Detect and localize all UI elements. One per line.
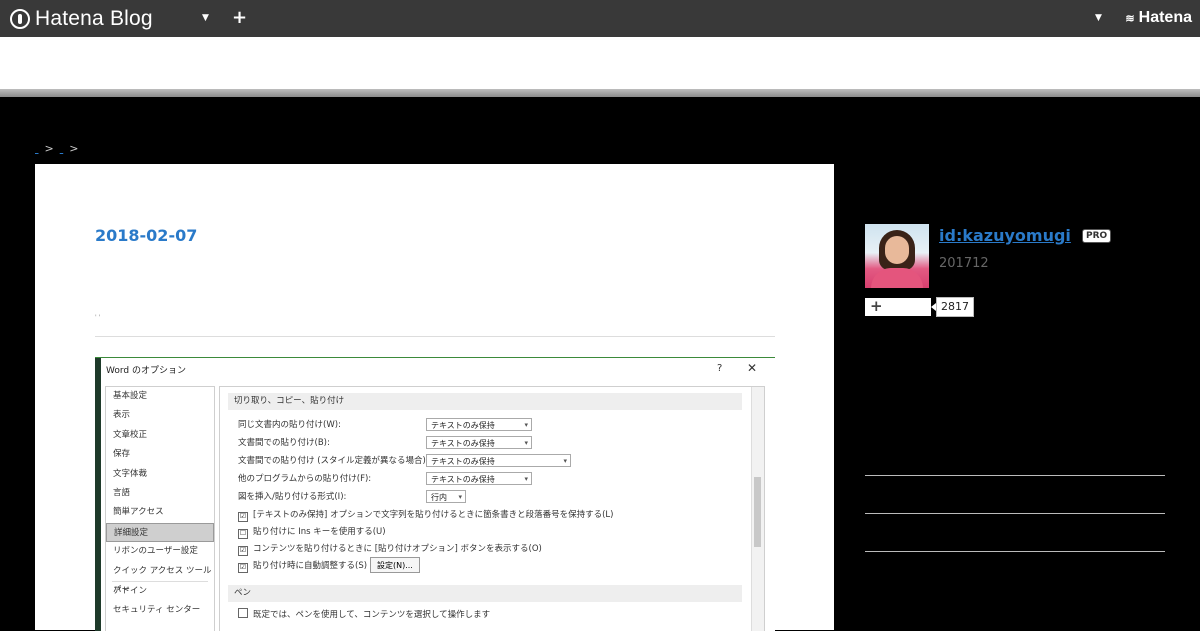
article-date[interactable]: 2018-02-07 — [95, 226, 197, 245]
blog-since: 201712 — [939, 256, 989, 271]
nav-item: アドイン — [113, 585, 148, 596]
avatar[interactable] — [865, 224, 929, 288]
paste-option-dropdown: テキストのみ保持 — [426, 436, 532, 450]
options-panel: 切り取り、コピー、貼り付け 同じ文書内の貼り付け(W): テキストのみ保持 文書… — [219, 386, 765, 631]
breadcrumb-link-1[interactable] — [35, 142, 39, 155]
avatar-body — [871, 268, 923, 288]
checkbox-row: ☑ コンテンツを貼り付けるときに [貼り付けオプション] ボタンを表示する(O) — [238, 542, 542, 556]
checkbox-label: コンテンツを貼り付けるときに [貼り付けオプション] ボタンを表示する(O) — [253, 544, 542, 554]
hatena-blog-logo[interactable]: Hatena Blog — [10, 6, 153, 32]
scroll-thumb — [754, 477, 761, 547]
options-nav: 基本設定 表示 文章校正 保存 文字体裁 言語 簡単アクセス 詳細設定 リボンの… — [105, 386, 215, 631]
nav-item: 表示 — [113, 410, 131, 421]
checkbox-row: ☑貼り付け時に自動調整する(S)i — [238, 559, 381, 573]
checkbox-row: ☐ 貼り付けに Ins キーを使用する(U) — [238, 525, 386, 539]
checkbox-label: 貼り付け時に自動調整する(S) — [253, 561, 368, 571]
option-label: 文書間での貼り付け (スタイル定義が異なる場合)(E): — [238, 456, 441, 466]
avatar-face — [885, 236, 909, 264]
checkbox-label: 既定では、ペンを使用して、コンテンツを選択して操作します — [253, 610, 491, 620]
paste-option-dropdown: テキストのみ保持 — [426, 472, 532, 486]
panel-scrollbar — [751, 387, 764, 631]
dialog-title: Word のオプション — [106, 366, 186, 376]
breadcrumb-separator: > — [44, 142, 54, 155]
nav-item-active: 詳細設定 — [106, 522, 214, 543]
sidebar-divider — [865, 513, 1165, 514]
breadcrumb-separator: > — [69, 142, 79, 155]
section-header-pen: ペン — [228, 585, 742, 602]
checkbox-row: ☑ [テキストのみ保持] オプションで文字列を貼り付けるときに箇条書きと段落番号を… — [238, 508, 613, 522]
settings-button: 設定(N)... — [370, 557, 420, 573]
sidebar-divider — [865, 551, 1165, 552]
hatena-brand-link[interactable]: ≋ Hatena — [1125, 9, 1192, 27]
follow-button[interactable]: + — [865, 298, 931, 316]
logo-text: Hatena Blog — [35, 7, 153, 30]
checkbox-icon: ☑ — [238, 512, 248, 522]
image-format-dropdown: 行内 — [426, 490, 466, 504]
help-icon: ? — [717, 363, 723, 374]
breadcrumb: > > — [35, 142, 79, 155]
nav-item: セキュリティ センター — [113, 605, 201, 616]
breadcrumb-link-2[interactable] — [60, 142, 64, 155]
option-label: 文書間での貼り付け(B): — [238, 438, 330, 448]
option-label: 他のプログラムからの貼り付け(F): — [238, 474, 372, 484]
checkbox-icon: ☐ — [238, 529, 248, 539]
nav-item: 文字体裁 — [113, 468, 148, 479]
new-post-plus-icon[interactable]: + — [232, 7, 247, 28]
hatena-wave-icon: ≋ — [1125, 12, 1135, 25]
close-icon: ✕ — [747, 361, 758, 375]
follower-count[interactable]: 2817 — [931, 297, 974, 317]
embedded-screenshot: Word のオプション ? ✕ 基本設定 表示 文章校正 保存 文字体裁 言語 … — [95, 357, 775, 631]
nav-item: 言語 — [113, 487, 131, 498]
sidebar-divider — [865, 475, 1165, 476]
checkbox-icon — [238, 608, 248, 618]
section-header-clipboard: 切り取り、コピー、貼り付け — [228, 393, 742, 410]
paste-option-dropdown: テキストのみ保持 — [426, 418, 532, 432]
pro-badge: PRO — [1082, 229, 1112, 243]
paste-option-dropdown: テキストのみ保持 — [426, 454, 571, 468]
blog-menu-caret-icon[interactable]: ▼ — [202, 13, 209, 23]
user-id-link[interactable]: id:kazuyomugi — [939, 226, 1071, 245]
option-label: 図を挿入/貼り付ける形式(I): — [238, 492, 347, 502]
article-content: 2018-02-07 ' ' Word のオプション ? ✕ 基本設定 表示 文… — [35, 164, 834, 631]
checkbox-label: 貼り付けに Ins キーを使用する(U) — [253, 527, 386, 537]
article-divider — [95, 336, 775, 337]
nav-item: リボンのユーザー設定 — [113, 546, 198, 557]
header-band — [0, 37, 1200, 89]
checkbox-icon: ☑ — [238, 546, 248, 556]
nav-item: 文章校正 — [113, 429, 148, 440]
checkbox-icon: ☑ — [238, 563, 248, 573]
option-label: 同じ文書内の貼り付け(W): — [238, 420, 341, 430]
checkbox-row: 既定では、ペンを使用して、コンテンツを選択して操作します — [238, 608, 490, 622]
hatena-brand-text: Hatena — [1138, 9, 1192, 26]
hatena-logo-icon — [10, 9, 30, 29]
account-menu-caret-icon[interactable]: ▼ — [1095, 13, 1102, 23]
nav-item: 基本設定 — [113, 391, 148, 401]
header-divider — [0, 89, 1200, 97]
checkbox-label: [テキストのみ保持] オプションで文字列を貼り付けるときに箇条書きと段落番号を保… — [253, 510, 614, 520]
nav-item: クイック アクセス ツール バー — [113, 565, 212, 595]
nav-item: 簡単アクセス — [113, 507, 164, 518]
nav-item: 保存 — [113, 449, 131, 460]
top-bar: Hatena Blog ▼ + ▼ ≋ Hatena — [0, 0, 1200, 37]
article-marks: ' ' — [95, 314, 101, 321]
screenshot-edge — [95, 358, 101, 631]
